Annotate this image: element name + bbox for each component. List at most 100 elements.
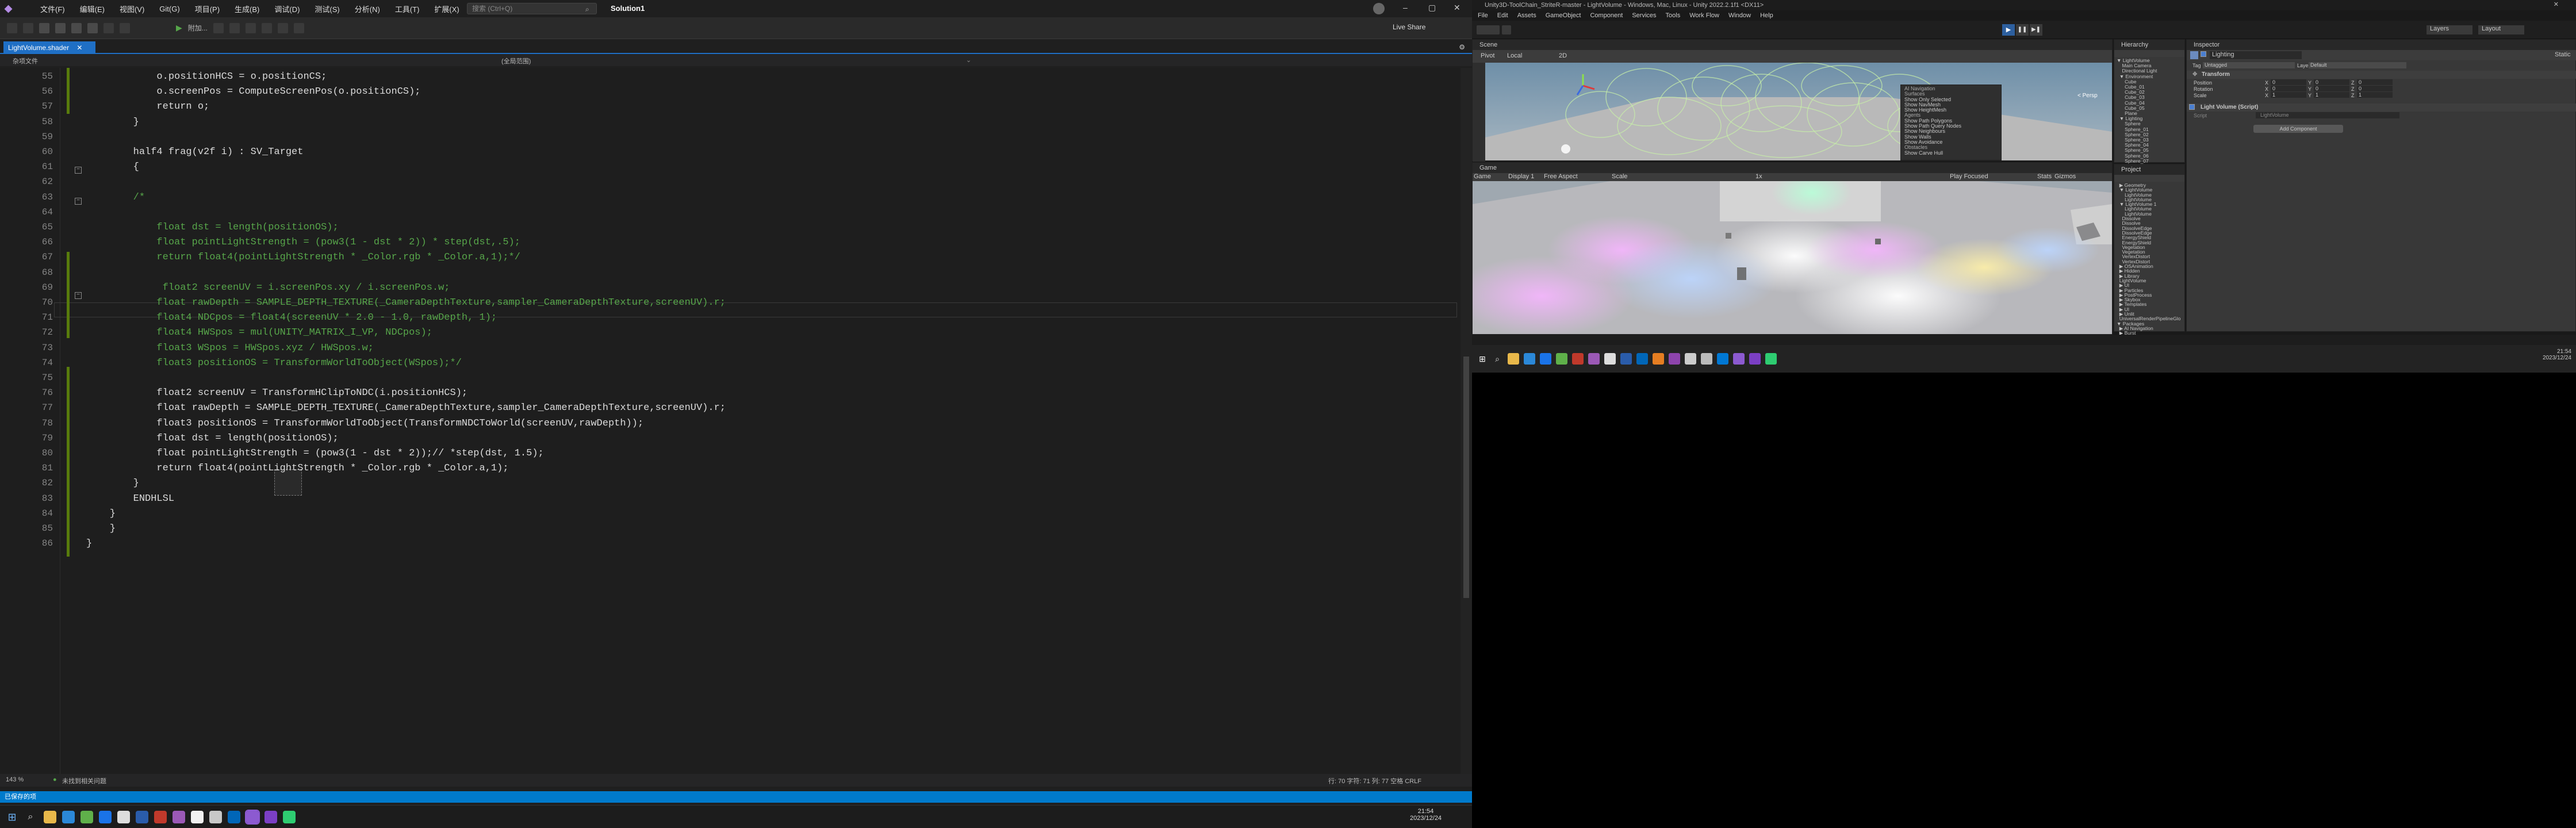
chrome-icon[interactable] xyxy=(99,811,112,823)
unity-menu-item[interactable]: Window xyxy=(1728,12,1751,19)
cloud-icon[interactable] xyxy=(1502,25,1511,34)
scrollbar-thumb[interactable] xyxy=(1463,356,1469,598)
scene-tab[interactable]: Scene xyxy=(1473,40,2112,50)
tag-dropdown[interactable]: Untagged xyxy=(2203,62,2295,68)
search-icon[interactable]: ⌕ xyxy=(585,5,589,14)
vs-menu-item[interactable]: 测试(S) xyxy=(315,3,339,14)
code-line[interactable]: float3 WSpos = HWSpos.xyz / HWSpos.w; xyxy=(86,343,373,354)
taskbar-app-icon[interactable] xyxy=(1572,353,1584,365)
undo-icon[interactable] xyxy=(103,22,114,33)
component-enable-checkbox[interactable] xyxy=(2189,104,2195,110)
file-explorer-icon[interactable] xyxy=(1508,353,1519,365)
script-component-header[interactable]: Light Volume (Script) xyxy=(2187,103,2576,112)
taskbar-app-icon[interactable] xyxy=(154,811,167,823)
toolbar-icon[interactable] xyxy=(213,22,224,33)
local-toggle[interactable]: Local xyxy=(1507,52,1522,59)
gizmos-toggle[interactable]: Gizmos xyxy=(2054,173,2076,180)
stats-toggle[interactable]: Stats xyxy=(2037,173,2052,180)
ai-nav-item[interactable]: Show Carve Hull xyxy=(1904,150,1998,156)
taskbar-app-icon[interactable] xyxy=(1701,353,1712,365)
static-toggle[interactable]: Static xyxy=(2555,51,2571,58)
maximize-icon[interactable]: ▢ xyxy=(1428,3,1436,13)
position-y-field[interactable]: 0 xyxy=(2314,79,2349,85)
display-dropdown[interactable]: Display 1 xyxy=(1508,173,1534,180)
vs-menu-item[interactable]: 扩展(X) xyxy=(434,3,459,14)
play-button[interactable]: ▶ xyxy=(2002,24,2015,36)
scale-x-field[interactable]: 1 xyxy=(2271,92,2306,98)
live-share-button[interactable]: Live Share xyxy=(1393,23,1425,31)
scale-z-field[interactable]: 1 xyxy=(2357,92,2393,98)
scene-viewport[interactable]: < Persp xyxy=(1485,63,2112,160)
close-icon[interactable]: ✕ xyxy=(2554,1,2559,8)
clock[interactable]: 21:54 2023/12/24 xyxy=(2543,348,2571,361)
unity-menu-item[interactable]: Component xyxy=(1590,12,1623,19)
play-focused-dropdown[interactable]: Play Focused xyxy=(1950,173,1988,180)
code-line[interactable]: float dst = length(positionOS); xyxy=(86,222,338,233)
code-line[interactable]: float2 screenUV = TransformHClipToNDC(i.… xyxy=(86,388,467,398)
transform-header[interactable]: ✥ Transform xyxy=(2187,71,2576,79)
code-line[interactable]: float pointLightStrength = (pow3(1 - dst… xyxy=(86,448,543,459)
vs-menu-item[interactable]: 调试(D) xyxy=(274,3,300,14)
code-line[interactable]: return float4(pointLightStrength * _Colo… xyxy=(86,463,508,474)
code-line[interactable]: return o; xyxy=(86,101,209,112)
vs-menu-item[interactable]: 项目(P) xyxy=(195,3,220,14)
layer-dropdown[interactable]: Default xyxy=(2309,62,2406,68)
search-icon[interactable]: ⌕ xyxy=(1492,353,1503,365)
toolbar-icon[interactable] xyxy=(261,22,272,33)
edge-icon[interactable] xyxy=(1524,353,1535,365)
forward-icon[interactable] xyxy=(23,22,33,33)
add-component-button[interactable]: Add Component xyxy=(2253,125,2343,133)
scene-tools-sidebar[interactable] xyxy=(1473,63,1485,162)
vs-menu-item[interactable]: 分析(N) xyxy=(355,3,380,14)
clock[interactable]: 21:54 2023/12/24 xyxy=(1410,808,1442,822)
vs-menu-item[interactable]: Git(G) xyxy=(159,5,179,13)
code-line[interactable]: float4 NDCpos = float4(screenUV * 2.0 - … xyxy=(86,312,497,323)
code-line[interactable]: float dst = length(positionOS); xyxy=(86,433,338,444)
taskbar-app-icon[interactable] xyxy=(1749,353,1761,365)
collapse-icon[interactable]: − xyxy=(75,198,82,205)
zoom-level[interactable]: 143 % xyxy=(6,776,24,783)
close-icon[interactable]: ✕ xyxy=(1454,3,1460,13)
account-dropdown[interactable] xyxy=(1477,25,1500,34)
visual-studio-icon[interactable] xyxy=(1733,353,1745,365)
redo-icon[interactable] xyxy=(120,22,130,33)
aspect-dropdown[interactable]: Free Aspect xyxy=(1544,173,1578,180)
save-icon[interactable] xyxy=(71,22,82,33)
layers-dropdown[interactable]: Layers xyxy=(2426,25,2472,34)
game-mode-dropdown[interactable]: Game xyxy=(1474,173,1491,180)
rotation-x-field[interactable]: 0 xyxy=(2271,86,2306,91)
tab-lightvolume-shader[interactable]: LightVolume.shader ✕ xyxy=(3,41,95,54)
unity-menu-item[interactable]: File xyxy=(1478,12,1488,19)
unity-menu-item[interactable]: Tools xyxy=(1666,12,1681,19)
taskbar-app-icon[interactable] xyxy=(1636,353,1648,365)
unity-menu-item[interactable]: Assets xyxy=(1517,12,1536,19)
rotation-z-field[interactable]: 0 xyxy=(2357,86,2393,91)
back-icon[interactable] xyxy=(7,22,17,33)
unity-menu-item[interactable]: Help xyxy=(1760,12,1773,19)
taskbar-app-icon[interactable] xyxy=(1588,353,1600,365)
code-line[interactable]: { xyxy=(86,162,139,172)
vs-search-input[interactable]: 搜索 (Ctrl+Q) xyxy=(467,3,597,14)
hierarchy-item[interactable]: Sphere_07 xyxy=(2117,158,2157,164)
minimize-icon[interactable]: – xyxy=(1403,3,1408,12)
scale-y-field[interactable]: 1 xyxy=(2314,92,2349,98)
nav-project-dropdown[interactable]: 杂项文件 xyxy=(13,56,38,66)
code-line[interactable]: float4 HWSpos = mul(UNITY_MATRIX_I_VP, N… xyxy=(86,327,432,338)
file-explorer-icon[interactable] xyxy=(44,811,56,823)
issues-status[interactable]: 未找到相关问题 xyxy=(62,776,106,785)
inspector-tab[interactable]: Inspector xyxy=(2187,40,2575,50)
vs-menu-item[interactable]: 编辑(E) xyxy=(80,3,105,14)
taskbar-app-icon[interactable] xyxy=(1556,353,1567,365)
code-line[interactable]: float2 screenUV = i.screenPos.xy / i.scr… xyxy=(86,282,450,293)
code-line[interactable]: } xyxy=(86,508,116,519)
vs-menu-item[interactable]: 文件(F) xyxy=(40,3,65,14)
tab-settings-icon[interactable]: ⚙ xyxy=(1459,43,1465,51)
vs-menu-item[interactable]: 工具(T) xyxy=(395,3,420,14)
unity-menu-item[interactable]: Edit xyxy=(1497,12,1508,19)
code-line[interactable]: ENDHLSL xyxy=(86,493,174,504)
vscode-icon[interactable] xyxy=(1717,353,1728,365)
chevron-down-icon[interactable]: ⌄ xyxy=(966,56,971,64)
code-line[interactable]: float3 positionOS = TransformWorldToObje… xyxy=(86,358,462,369)
unity-icon[interactable] xyxy=(1604,353,1616,365)
open-icon[interactable] xyxy=(55,22,66,33)
